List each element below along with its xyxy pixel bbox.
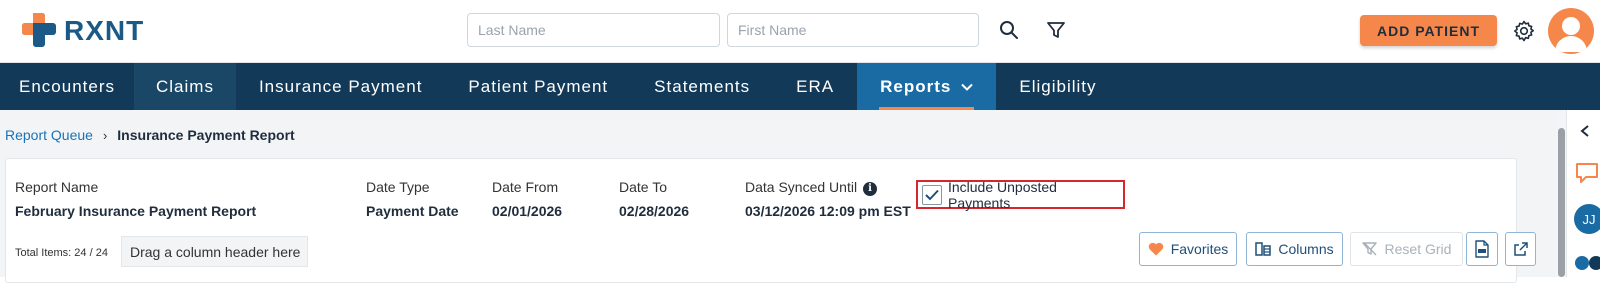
date-from-value: 02/01/2026: [492, 203, 563, 219]
columns-button[interactable]: Columns: [1246, 232, 1343, 266]
last-name-input[interactable]: [467, 13, 720, 47]
chevron-down-icon: [961, 83, 974, 91]
nav-label: Insurance Payment: [258, 76, 423, 96]
nav-label: Encounters: [19, 76, 115, 96]
scrollbar-thumb[interactable]: [1558, 128, 1565, 277]
nav-claims[interactable]: Claims: [134, 63, 236, 110]
top-header: RXNT ADD PATIENT: [0, 0, 1600, 63]
chevron-left-icon[interactable]: [1580, 125, 1590, 137]
rxnt-logo[interactable]: RXNT: [20, 11, 144, 51]
checkmark-icon: [925, 189, 939, 200]
nav-label: Claims: [156, 76, 214, 96]
report-name-value: February Insurance Payment Report: [15, 203, 257, 219]
export-pdf-button[interactable]: [1466, 232, 1498, 266]
nav-statements[interactable]: Statements: [631, 63, 773, 110]
user-initials-badge[interactable]: JJ: [1574, 204, 1600, 234]
export-button[interactable]: [1505, 232, 1536, 266]
heart-icon: [1148, 242, 1163, 256]
gear-icon[interactable]: [1510, 17, 1538, 45]
date-type-value: Payment Date: [366, 203, 459, 219]
nav-label: Eligibility: [1019, 76, 1097, 96]
date-type-label: Date Type: [366, 179, 430, 195]
add-patient-button[interactable]: ADD PATIENT: [1360, 15, 1497, 46]
reset-grid-button[interactable]: Reset Grid: [1350, 232, 1463, 266]
reset-grid-label: Reset Grid: [1384, 241, 1452, 257]
export-icon: [1513, 242, 1528, 256]
right-side-rail: JJ: [1566, 110, 1600, 277]
filter-reset-icon: [1361, 242, 1377, 256]
group-by-drop-zone[interactable]: Drag a column header here: [121, 236, 308, 267]
main-nav: Encounters Claims Insurance Payment Pati…: [0, 63, 1600, 110]
nav-label: Reports: [880, 76, 952, 96]
columns-icon: [1255, 242, 1272, 256]
nav-encounters[interactable]: Encounters: [0, 63, 134, 110]
nav-eligibility[interactable]: Eligibility: [996, 63, 1119, 110]
first-name-input[interactable]: [727, 13, 979, 47]
date-from-label: Date From: [492, 179, 559, 195]
nav-era[interactable]: ERA: [773, 63, 857, 110]
data-synced-label-text: Data Synced Until: [745, 179, 858, 195]
nav-label: ERA: [796, 76, 835, 96]
favorites-button[interactable]: Favorites: [1139, 232, 1237, 266]
user-avatar[interactable]: [1548, 8, 1594, 54]
chat-icon[interactable]: [1575, 162, 1599, 184]
favorites-label: Favorites: [1170, 241, 1229, 257]
rxnt-cross-icon: [22, 13, 56, 47]
breadcrumb-report-queue[interactable]: Report Queue: [5, 127, 93, 143]
include-unposted-label: Include Unposted Payments: [947, 178, 1057, 211]
breadcrumb-separator: ›: [102, 127, 108, 143]
status-dot-icon: [1589, 256, 1600, 270]
filter-icon[interactable]: [1042, 16, 1070, 44]
data-synced-label: Data Synced Until i: [745, 179, 878, 196]
breadcrumb: Report Queue › Insurance Payment Report: [5, 127, 295, 143]
breadcrumb-current: Insurance Payment Report: [117, 127, 295, 143]
date-to-value: 02/28/2026: [619, 203, 690, 219]
nav-patient-payment[interactable]: Patient Payment: [445, 63, 631, 110]
include-unposted-payments[interactable]: Include Unposted Payments: [916, 178, 1125, 211]
status-dot-icon: [1575, 256, 1589, 270]
nav-insurance-payment[interactable]: Insurance Payment: [236, 63, 445, 110]
nav-label: Statements: [654, 76, 751, 96]
include-unposted-checkbox[interactable]: [922, 184, 942, 205]
drag-hint: Drag a column header here: [130, 243, 301, 260]
search-icon[interactable]: [995, 16, 1023, 44]
total-items: Total Items: 24 / 24: [15, 247, 108, 259]
columns-label: Columns: [1278, 241, 1334, 257]
user-silhouette-icon: [1555, 17, 1587, 52]
nav-label: Patient Payment: [468, 76, 609, 96]
nav-reports[interactable]: Reports: [857, 63, 997, 110]
info-icon[interactable]: i: [863, 181, 878, 196]
data-synced-value: 03/12/2026 12:09 pm EST: [745, 203, 911, 219]
report-name-label: Report Name: [15, 179, 99, 195]
logo-text: RXNT: [64, 15, 145, 46]
pdf-file-icon: [1475, 240, 1489, 258]
date-to-label: Date To: [619, 179, 667, 195]
